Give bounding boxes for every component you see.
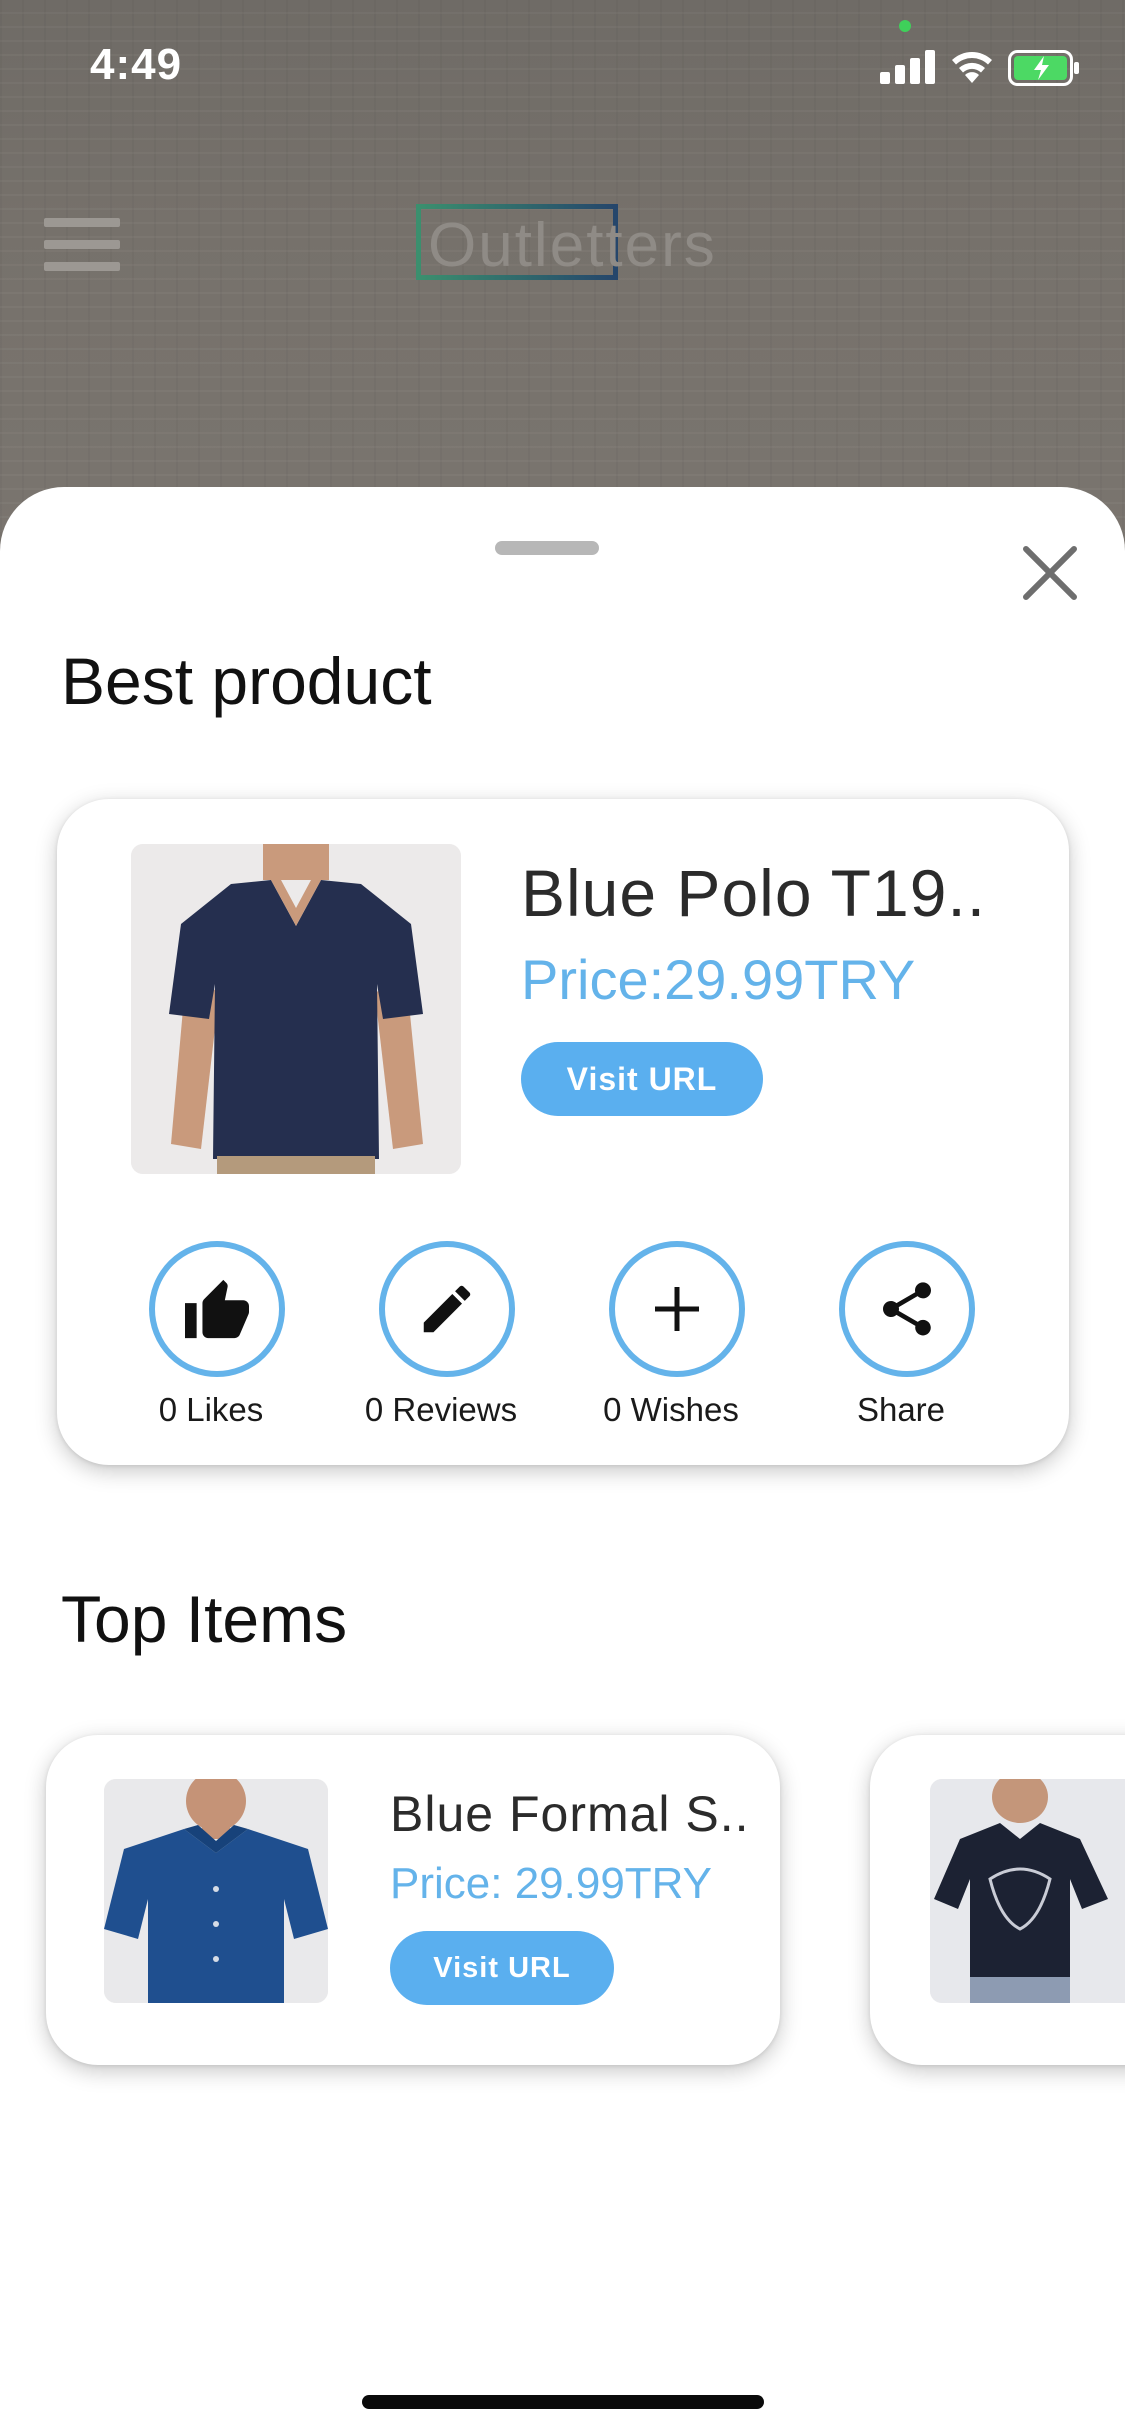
product-image-graphic-tee[interactable] bbox=[930, 1779, 1125, 2003]
screen: 4:49 Outletters Best product Blue Polo T… bbox=[0, 0, 1125, 2436]
sheet-drag-handle[interactable] bbox=[495, 541, 599, 555]
home-indicator[interactable] bbox=[362, 2395, 764, 2409]
product-price: Price:29.99TRY bbox=[521, 948, 916, 1011]
visit-url-button[interactable]: Visit URL bbox=[521, 1042, 763, 1116]
bottom-sheet: Best product Blue Polo T19.. Price:29.99… bbox=[0, 487, 1125, 2436]
hamburger-menu-icon[interactable] bbox=[44, 218, 120, 272]
product-name: Blue Polo T19.. bbox=[521, 856, 987, 930]
share-label: Share bbox=[856, 1391, 946, 1428]
top-item-card[interactable]: Blue Formal S.. Price: 29.99TRY Visit UR… bbox=[46, 1735, 780, 2065]
thumbs-up-icon bbox=[185, 1279, 249, 1339]
product-image-formal-shirt[interactable] bbox=[104, 1779, 328, 2003]
top-item-card-partial[interactable] bbox=[870, 1735, 1125, 2065]
close-button[interactable] bbox=[1010, 533, 1090, 613]
pencil-icon bbox=[423, 1285, 471, 1333]
likes-label: 0 Likes bbox=[158, 1391, 264, 1428]
top-item-price: Price: 29.99TRY bbox=[390, 1859, 713, 1908]
close-icon bbox=[1023, 546, 1077, 600]
share-button[interactable]: Share bbox=[807, 1241, 1007, 1441]
plus-icon bbox=[655, 1287, 699, 1331]
wishes-button[interactable]: 0 Wishes bbox=[577, 1241, 777, 1441]
top-item-name: Blue Formal S.. bbox=[390, 1786, 750, 1842]
battery-charging-icon bbox=[1008, 50, 1079, 86]
wifi-icon bbox=[952, 52, 992, 83]
camera-indicator-dot bbox=[899, 20, 911, 32]
logo-text: Outletters bbox=[428, 211, 717, 280]
likes-button[interactable]: 0 Likes bbox=[117, 1241, 317, 1441]
product-actions: 0 Likes 0 Reviews 0 Wishes Share bbox=[117, 1241, 1047, 1441]
best-product-card[interactable]: Blue Polo T19.. Price:29.99TRY Visit URL… bbox=[57, 799, 1069, 1465]
status-bar: 4:49 bbox=[0, 0, 1125, 132]
wishes-label: 0 Wishes bbox=[603, 1391, 739, 1428]
top-item-visit-url-button[interactable]: Visit URL bbox=[390, 1931, 614, 2005]
status-time: 4:49 bbox=[90, 40, 183, 89]
top-items-title: Top Items bbox=[61, 1582, 348, 1656]
share-icon bbox=[883, 1282, 931, 1336]
reviews-button[interactable]: 0 Reviews bbox=[347, 1241, 547, 1441]
best-product-title: Best product bbox=[61, 644, 432, 718]
background-app: 4:49 Outletters bbox=[0, 0, 1125, 560]
cellular-signal-icon bbox=[880, 50, 935, 84]
reviews-label: 0 Reviews bbox=[364, 1391, 518, 1428]
product-image-polo[interactable] bbox=[131, 844, 461, 1174]
